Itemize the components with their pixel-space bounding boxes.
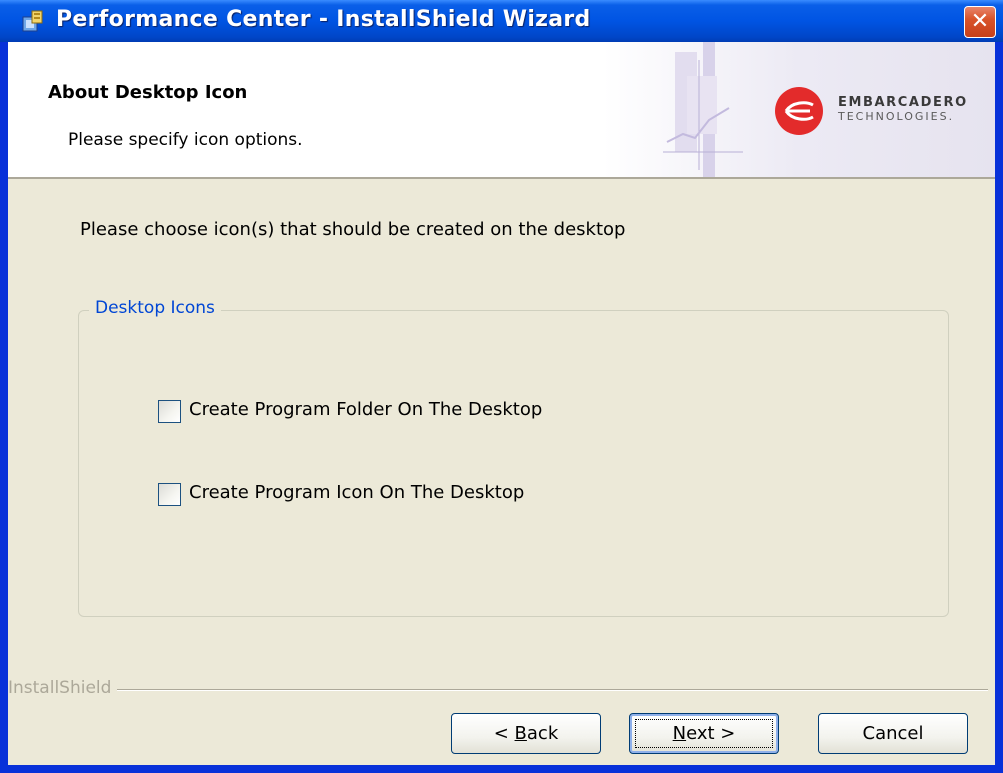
next-button[interactable]: Next >	[629, 713, 779, 754]
checkbox[interactable]	[158, 400, 181, 423]
installer-window: Performance Center - InstallShield Wizar…	[0, 0, 1003, 773]
title-bar[interactable]: Performance Center - InstallShield Wizar…	[0, 0, 1003, 42]
option-label[interactable]: Create Program Icon On The Desktop	[189, 482, 524, 503]
page-subtitle: Please specify icon options.	[68, 130, 303, 150]
close-button[interactable]: ✕	[964, 6, 996, 38]
cancel-button[interactable]: Cancel	[818, 713, 968, 754]
group-title: Desktop Icons	[89, 298, 221, 318]
instruction-text: Please choose icon(s) that should be cre…	[80, 219, 626, 240]
window-title: Performance Center - InstallShield Wizar…	[56, 7, 591, 32]
header-banner: About Desktop Icon Please specify icon o…	[8, 42, 995, 179]
installshield-brand: InstallShield	[8, 678, 118, 698]
back-button[interactable]: < Back	[451, 713, 601, 754]
logo-line-2: TECHNOLOGIES.	[838, 110, 955, 123]
page-title: About Desktop Icon	[48, 82, 248, 103]
installer-icon	[20, 8, 46, 34]
embarcadero-logo-icon	[775, 87, 823, 135]
logo-line-1: EMBARCADERO	[838, 95, 968, 110]
focus-rect	[635, 719, 773, 748]
dialog-body: About Desktop Icon Please specify icon o…	[8, 42, 995, 765]
option-label[interactable]: Create Program Folder On The Desktop	[189, 399, 542, 420]
desktop-icons-group	[78, 310, 949, 617]
checkbox[interactable]	[158, 483, 181, 506]
close-icon: ✕	[970, 9, 990, 34]
footer-divider	[8, 689, 988, 691]
